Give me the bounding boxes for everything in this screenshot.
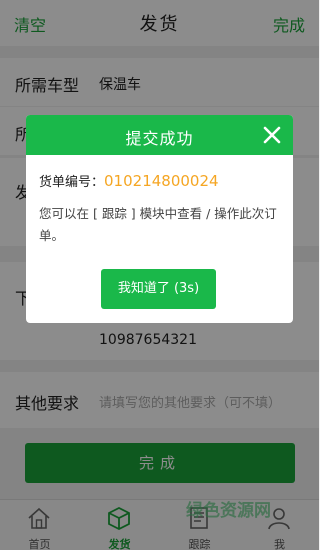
success-dialog: 提交成功 货单编号：010214800024 您可以在 [ 跟踪 ] 模块中查看… [26, 115, 293, 323]
dialog-title: 提交成功 [125, 129, 194, 148]
order-number-line: 货单编号：010214800024 [39, 171, 219, 190]
order-number-value: 010214800024 [104, 172, 219, 190]
acknowledge-button[interactable]: 我知道了 (3s) [101, 269, 216, 309]
order-number-label: 货单编号： [39, 175, 105, 190]
dialog-message: 您可以在 [ 跟踪 ] 模块中查看 / 操作此次订单。 [39, 206, 277, 243]
close-icon[interactable] [261, 124, 283, 146]
dialog-header: 提交成功 [26, 115, 293, 155]
